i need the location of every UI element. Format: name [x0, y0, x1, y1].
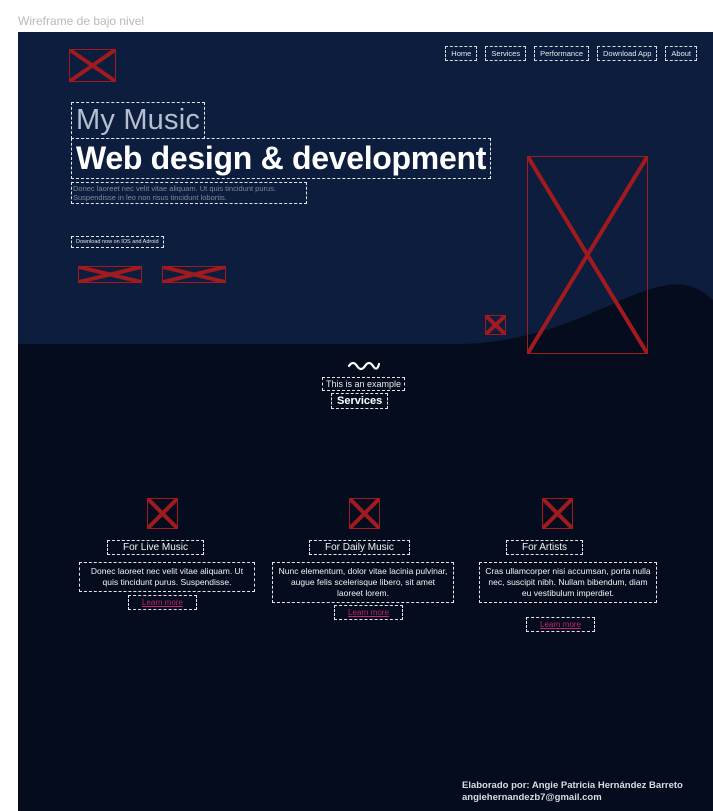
card-title-live-music: For Live Music [106, 540, 205, 555]
download-cta-text: Download now on IOS and Adroid [71, 236, 164, 248]
services-kicker: This is an example [321, 377, 406, 391]
author-name: Elaborado por: Angie Patricia Hernández … [462, 780, 683, 791]
nav-home[interactable]: Home [445, 46, 478, 61]
author-credit: Elaborado por: Angie Patricia Hernández … [462, 780, 683, 804]
hero-kicker: My Music [70, 102, 206, 139]
card-text-daily-music: Nunc elementum, dolor vitae lacinia pulv… [272, 562, 454, 603]
card-text-live-music: Donec laoreet nec velit vitae aliquam. U… [79, 562, 255, 592]
services-title: Services [330, 393, 389, 409]
live-music-icon [147, 498, 178, 529]
main-nav: Home Services Performance Download App A… [445, 46, 697, 61]
hero-title: Web design & development [70, 138, 492, 179]
app-store-button[interactable] [78, 266, 142, 283]
logo-placeholder-icon [69, 49, 116, 82]
phone-mockup-placeholder [527, 156, 648, 354]
hero-description: Donec laoreet nec velit vitae aliquam. U… [71, 182, 307, 204]
artists-icon [542, 498, 573, 529]
card-title-daily-music: For Daily Music [309, 540, 410, 555]
card-text-artists: Cras ullamcorper nisi accumsan, porta nu… [479, 562, 657, 603]
small-image-placeholder-icon [485, 315, 506, 335]
card-link-live-music[interactable]: Learn more [128, 595, 197, 610]
nav-services[interactable]: Services [485, 46, 527, 61]
card-title-artists: For Artists [505, 540, 584, 555]
frame-label: Wireframe de bajo nivel [18, 14, 145, 28]
card-link-artists[interactable]: Learn more [526, 617, 595, 632]
google-play-button[interactable] [162, 266, 226, 283]
author-email: angiehernandezb7@gmail.com [462, 792, 602, 803]
nav-about[interactable]: About [665, 46, 697, 61]
card-link-daily-music[interactable]: Learn more [334, 605, 403, 620]
wireframe-canvas: Home Services Performance Download App A… [18, 32, 713, 811]
wave-icon [348, 361, 380, 371]
nav-performance[interactable]: Performance [534, 46, 590, 61]
nav-download-app[interactable]: Download App [597, 46, 658, 61]
daily-music-icon [349, 498, 380, 529]
